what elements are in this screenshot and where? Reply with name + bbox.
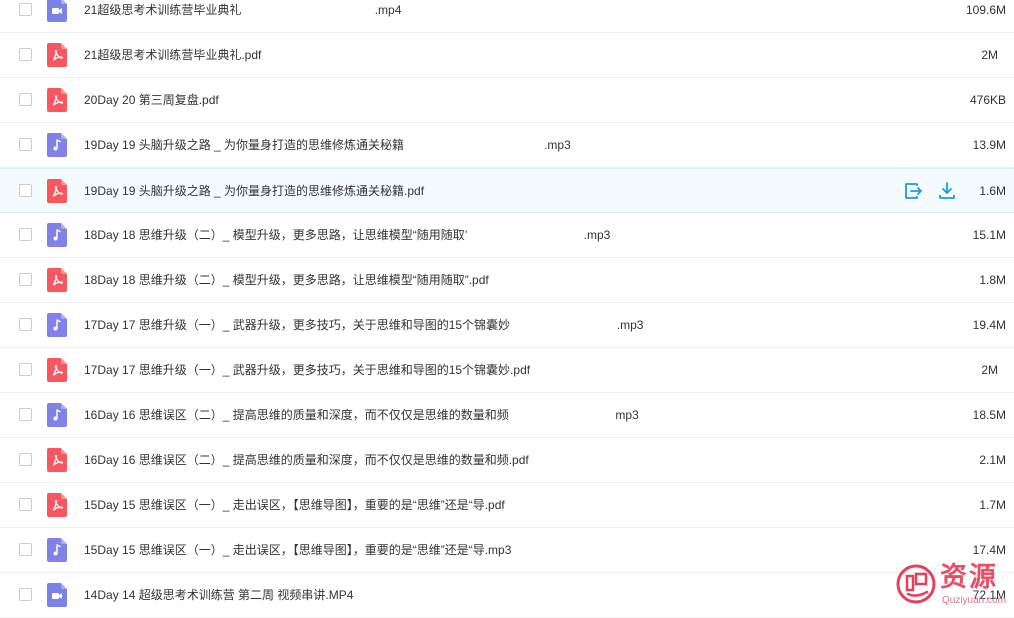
row-checkbox[interactable] (19, 93, 32, 106)
file-row[interactable]: 16Day 16 思维误区（二）_ 提高思维的质量和深度，而不仅仅是思维的数量和… (0, 393, 1014, 438)
row-checkbox[interactable] (19, 3, 32, 16)
qu-logo-icon (896, 564, 936, 604)
row-checkbox[interactable] (19, 498, 32, 511)
file-name[interactable]: 17Day 17 思维升级（一）_ 武器升级，更多技巧，关于思维和导图的15个锦… (84, 363, 530, 377)
file-row[interactable]: 19Day 19 头脑升级之路 _ 为你量身打造的思维修炼通关秘籍 .mp3 13… (0, 123, 1014, 168)
file-row[interactable]: 21超级思考术训练营毕业典礼 .mp4 109.6M (0, 0, 1014, 33)
pdf-file-icon (47, 493, 67, 517)
row-actions (903, 181, 959, 201)
pdf-file-icon (47, 43, 67, 67)
file-name[interactable]: 14Day 14 超级思考术训练营 第二周 视频串讲.MP4 (84, 588, 353, 602)
file-size: 2M (981, 363, 998, 377)
watermark-text: 资源 (940, 562, 998, 593)
file-name[interactable]: 17Day 17 思维升级（一）_ 武器升级，更多技巧，关于思维和导图的15个锦… (84, 318, 643, 332)
row-checkbox[interactable] (19, 184, 32, 197)
pdf-file-icon (47, 88, 67, 112)
file-row[interactable]: 16Day 16 思维误区（二）_ 提高思维的质量和深度，而不仅仅是思维的数量和… (0, 438, 1014, 483)
file-size: 15.1M (972, 228, 1006, 242)
row-checkbox[interactable] (19, 228, 32, 241)
row-checkbox[interactable] (19, 588, 32, 601)
music-file-icon (47, 223, 67, 247)
file-size: 17.4M (972, 543, 1006, 557)
file-name[interactable]: 16Day 16 思维误区（二）_ 提高思维的质量和深度，而不仅仅是思维的数量和… (84, 408, 639, 422)
file-row[interactable]: 15Day 15 思维误区（一）_ 走出误区，【思维导图】，重要的是“思维”还是… (0, 528, 1014, 573)
row-checkbox[interactable] (19, 543, 32, 556)
file-row[interactable]: 17Day 17 思维升级（一）_ 武器升级，更多技巧，关于思维和导图的15个锦… (0, 303, 1014, 348)
file-name[interactable]: 20Day 20 第三周复盘.pdf (84, 93, 219, 107)
file-size: 2M (981, 48, 998, 62)
file-name[interactable]: 18Day 18 思维升级（二）_ 模型升级，更多思路，让思维模型“随用随取’ … (84, 228, 610, 242)
file-list: 21超级思考术训练营毕业典礼 .mp4 109.6M 21超级思考术训练营毕业典礼.… (0, 0, 1014, 618)
music-file-icon (47, 313, 67, 337)
row-checkbox[interactable] (19, 318, 32, 331)
watermark: 资源 Quziyuan.com (896, 562, 1014, 609)
row-checkbox[interactable] (19, 408, 32, 421)
download-icon[interactable] (937, 181, 957, 201)
pdf-file-icon (47, 448, 67, 472)
pdf-file-icon (47, 179, 67, 203)
file-name[interactable]: 16Day 16 思维误区（二）_ 提高思维的质量和深度，而不仅仅是思维的数量和… (84, 453, 529, 467)
video-file-icon (47, 583, 67, 607)
row-checkbox[interactable] (19, 273, 32, 286)
file-row[interactable]: 14Day 14 超级思考术训练营 第二周 视频串讲.MP4 72.1M (0, 573, 1014, 618)
file-size: 18.5M (972, 408, 1006, 422)
file-name[interactable]: 18Day 18 思维升级（二）_ 模型升级，更多思路，让思维模型“随用随取”.… (84, 273, 489, 287)
row-checkbox[interactable] (19, 138, 32, 151)
file-name[interactable]: 15Day 15 思维误区（一）_ 走出误区，【思维导图】，重要的是“思维”还是… (84, 498, 505, 512)
file-name[interactable]: 21超级思考术训练营毕业典礼 .mp4 (84, 3, 401, 17)
file-row[interactable]: 15Day 15 思维误区（一）_ 走出误区，【思维导图】，重要的是“思维”还是… (0, 483, 1014, 528)
file-size: 1.6M (979, 184, 1006, 198)
file-size: 109.6M (965, 3, 1006, 17)
file-size: 1.7M (979, 498, 1006, 512)
video-file-icon (47, 0, 67, 22)
file-row[interactable]: 21超级思考术训练营毕业典礼.pdf 2M (0, 33, 1014, 78)
file-row[interactable]: 19Day 19 头脑升级之路 _ 为你量身打造的思维修炼通关秘籍.pdf 1.6… (0, 168, 1014, 213)
file-name[interactable]: 19Day 19 头脑升级之路 _ 为你量身打造的思维修炼通关秘籍.pdf (84, 184, 424, 198)
file-size: 19.4M (972, 318, 1006, 332)
row-checkbox[interactable] (19, 453, 32, 466)
row-checkbox[interactable] (19, 48, 32, 61)
file-row[interactable]: 18Day 18 思维升级（二）_ 模型升级，更多思路，让思维模型“随用随取”.… (0, 258, 1014, 303)
music-file-icon (47, 538, 67, 562)
pdf-file-icon (47, 268, 67, 292)
file-name[interactable]: 19Day 19 头脑升级之路 _ 为你量身打造的思维修炼通关秘籍 .mp3 (84, 138, 571, 152)
watermark-url: Quziyuan.com (942, 595, 1006, 606)
music-file-icon (47, 403, 67, 427)
share-icon[interactable] (903, 181, 923, 201)
file-row[interactable]: 18Day 18 思维升级（二）_ 模型升级，更多思路，让思维模型“随用随取’ … (0, 213, 1014, 258)
file-size: 13.9M (972, 138, 1006, 152)
row-checkbox[interactable] (19, 363, 32, 376)
file-size: 1.8M (979, 273, 1006, 287)
file-row[interactable]: 20Day 20 第三周复盘.pdf 476KB (0, 78, 1014, 123)
file-row[interactable]: 17Day 17 思维升级（一）_ 武器升级，更多技巧，关于思维和导图的15个锦… (0, 348, 1014, 393)
file-size: 476KB (969, 93, 1006, 107)
file-name[interactable]: 21超级思考术训练营毕业典礼.pdf (84, 48, 261, 62)
music-file-icon (47, 133, 67, 157)
file-size: 2.1M (979, 453, 1006, 467)
file-name[interactable]: 15Day 15 思维误区（一）_ 走出误区，【思维导图】，重要的是“思维”还是… (84, 543, 511, 557)
pdf-file-icon (47, 358, 67, 382)
